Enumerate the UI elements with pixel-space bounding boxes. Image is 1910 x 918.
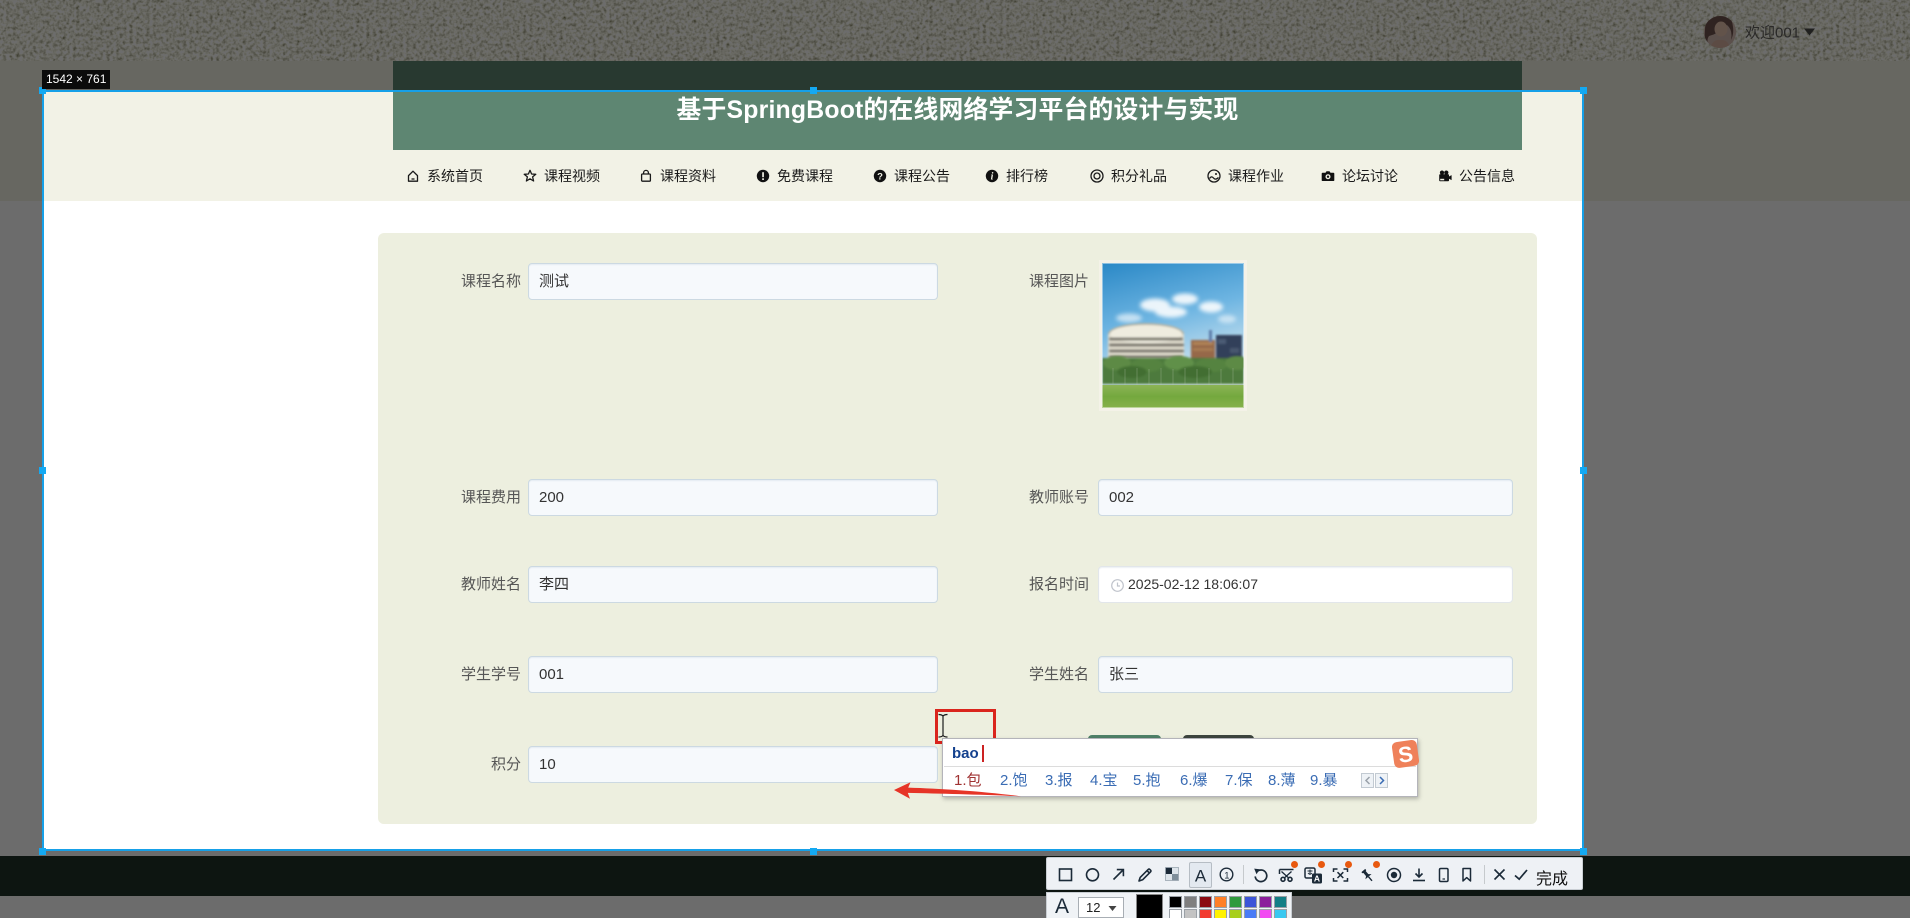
svg-text:1: 1 bbox=[1224, 870, 1229, 881]
svg-text:A: A bbox=[1314, 874, 1320, 884]
svg-text:A: A bbox=[1195, 867, 1207, 886]
